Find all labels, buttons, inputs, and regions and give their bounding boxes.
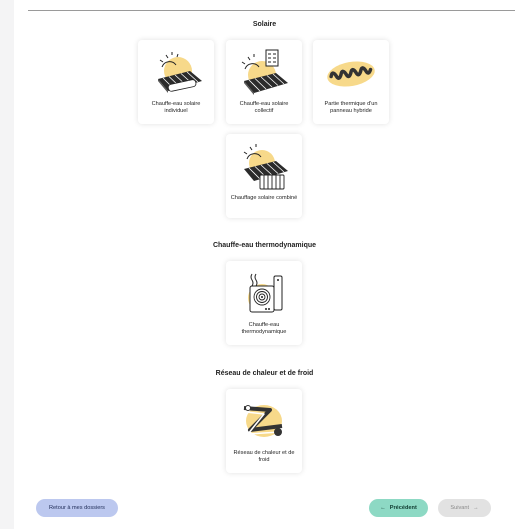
section-title-reseau: Réseau de chaleur et de froid: [215, 370, 314, 377]
card-label: Partie thermique d'un panneau hybride: [324, 101, 378, 114]
previous-label: Précédent: [389, 505, 417, 511]
card-chauffe-eau-solaire-collectif[interactable]: Chauffe-eau solaire collectif: [226, 40, 302, 124]
page: Solaire Chauffe-eau solaire individuel C…: [14, 0, 515, 529]
section-title-solaire: Solaire: [252, 21, 277, 28]
section-title-thermodynamique: Chauffe-eau thermodynamique: [212, 242, 317, 249]
card-reseau-chaleur-froid[interactable]: Réseau de chaleur et de froid: [226, 389, 302, 473]
card-chauffage-solaire-combine[interactable]: Chauffage solaire combiné: [226, 134, 302, 218]
card-chauffe-eau-thermodynamique[interactable]: Chauffe-eau thermodynamique: [226, 261, 302, 345]
heat-pump-water-heater-icon: [248, 273, 283, 313]
next-button[interactable]: Suivant →: [438, 499, 491, 517]
solar-panel-building-icon: [241, 49, 288, 95]
back-to-folders-button[interactable]: Retour à mes dossiers: [36, 499, 118, 517]
card-label: Chauffe-eau thermodynamique: [241, 322, 287, 335]
solar-panel-tank-icon: [158, 52, 202, 93]
card-label: Chauffage solaire combiné: [230, 195, 298, 201]
card-label: Réseau de chaleur et de froid: [233, 450, 295, 463]
arrow-left-icon: ←: [380, 505, 386, 511]
solar-panel-radiator-icon: [243, 144, 288, 190]
previous-button[interactable]: ← Précédent: [369, 499, 428, 517]
hybrid-panel-coil-icon: [327, 61, 375, 87]
top-divider: [28, 10, 515, 11]
card-chauffe-eau-solaire-individuel[interactable]: Chauffe-eau solaire individuel: [138, 40, 214, 124]
card-label: Chauffe-eau solaire individuel: [151, 101, 201, 114]
card-partie-thermique-panneau-hybride[interactable]: Partie thermique d'un panneau hybride: [313, 40, 389, 124]
next-label: Suivant: [450, 505, 470, 511]
arrow-right-icon: →: [473, 505, 479, 511]
heating-network-pipes-icon: [243, 405, 283, 437]
card-label: Chauffe-eau solaire collectif: [239, 101, 289, 114]
back-to-folders-label: Retour à mes dossiers: [49, 505, 105, 511]
